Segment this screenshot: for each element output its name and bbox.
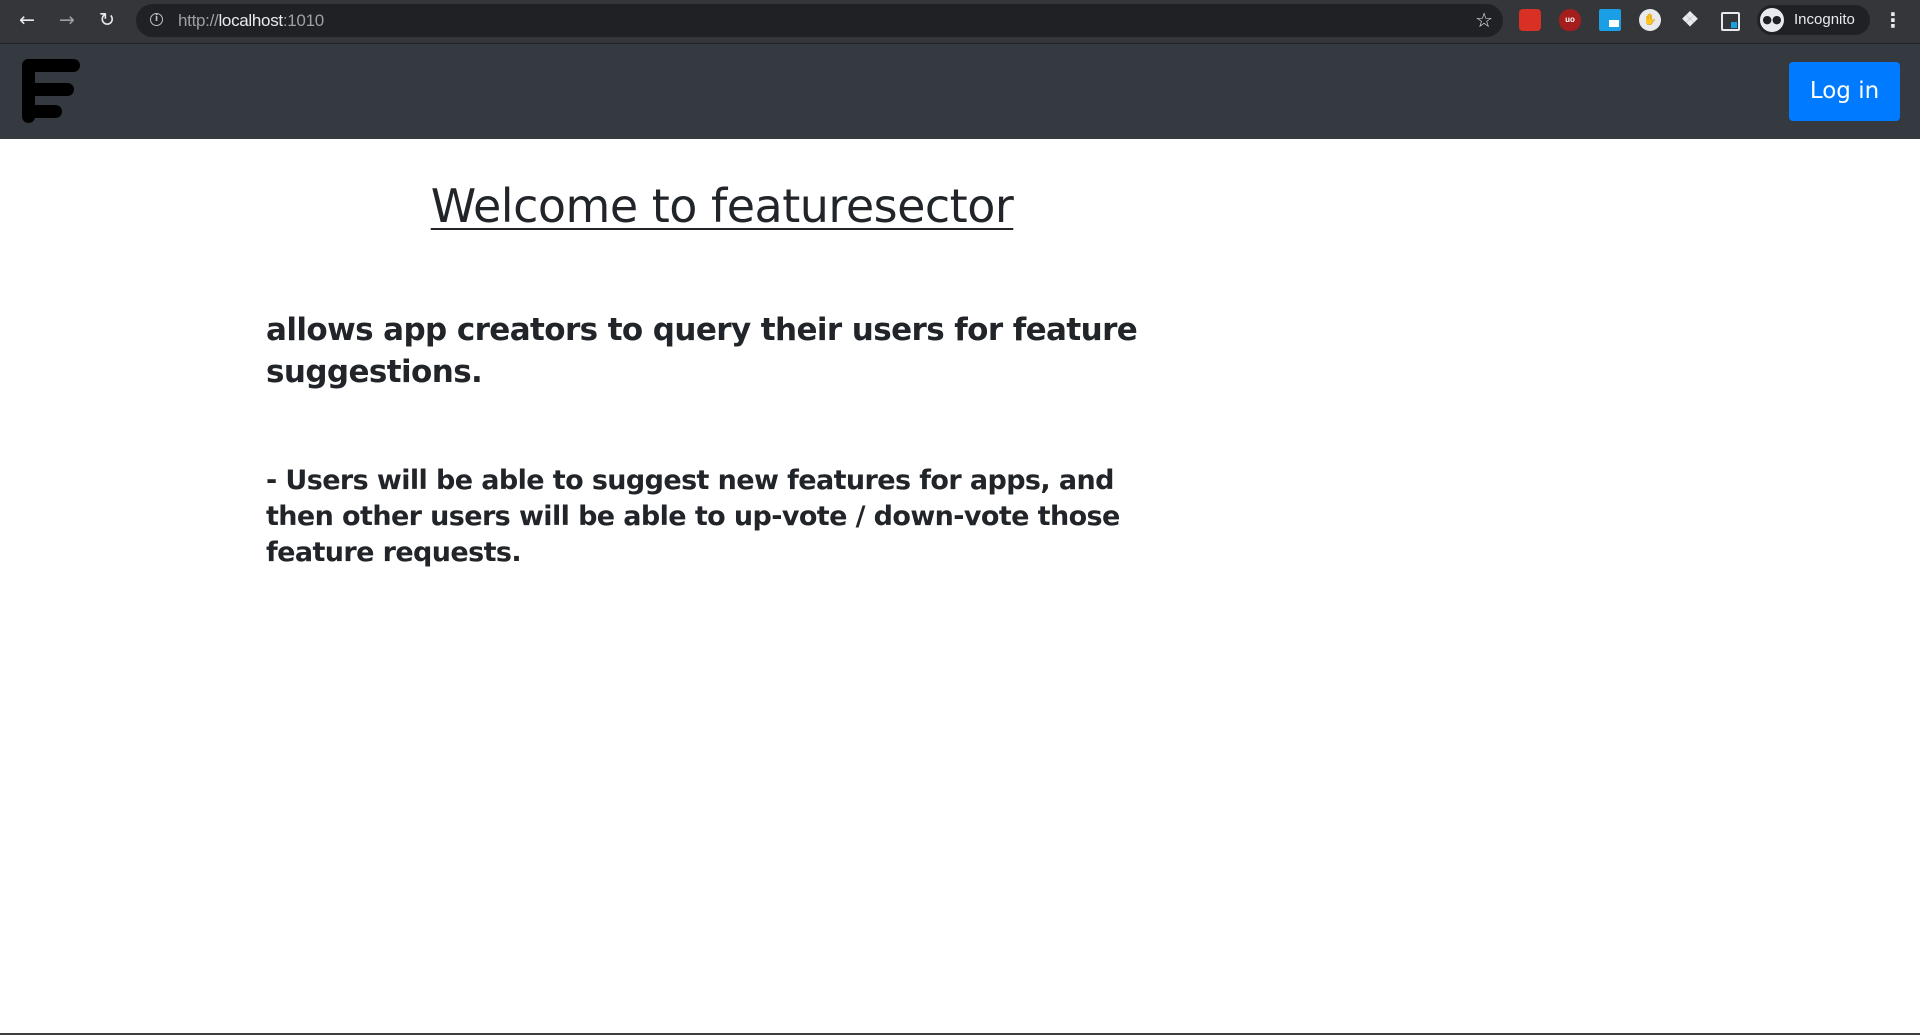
extension-ublock-icon[interactable]: uo bbox=[1559, 9, 1581, 31]
forward-icon[interactable]: → bbox=[53, 6, 81, 34]
url-host: localhost bbox=[218, 11, 283, 30]
info-icon[interactable]: i bbox=[150, 13, 163, 26]
puzzle-icon[interactable]: ❖ bbox=[1679, 9, 1701, 31]
address-bar[interactable]: i http://localhost:1010 ☆ bbox=[136, 4, 1503, 37]
back-icon[interactable]: ← bbox=[13, 6, 41, 34]
reload-icon[interactable]: ↻ bbox=[93, 6, 121, 34]
url-scheme: http:// bbox=[178, 11, 219, 30]
url-text[interactable]: http://localhost:1010 bbox=[178, 11, 324, 31]
feature-description: - Users will be able to suggest new feat… bbox=[266, 465, 1120, 568]
intro-text: allows app creators to query their users… bbox=[266, 312, 1138, 390]
browser-toolbar: ← → ↻ i http://localhost:1010 ☆ uo ✋ ❖ ●… bbox=[0, 0, 1920, 44]
extension-media-icon[interactable] bbox=[1721, 12, 1740, 31]
extension-hand-icon[interactable]: ✋ bbox=[1639, 9, 1661, 31]
url-port: :1010 bbox=[282, 11, 324, 30]
page-title: Welcome to featuresector bbox=[430, 179, 1014, 233]
profile-label: Incognito bbox=[1794, 11, 1855, 28]
login-button[interactable]: Log in bbox=[1789, 62, 1900, 121]
incognito-icon: ●● bbox=[1760, 8, 1784, 32]
extension-window-icon[interactable] bbox=[1599, 9, 1621, 31]
profile-button[interactable]: ●● Incognito bbox=[1757, 5, 1870, 35]
menu-icon[interactable]: ⋮ bbox=[1883, 8, 1903, 32]
extension-pen-icon[interactable] bbox=[1519, 9, 1541, 31]
featuresector-logo-icon[interactable] bbox=[22, 59, 80, 123]
star-icon[interactable]: ☆ bbox=[1475, 9, 1493, 31]
app-navbar: Log in bbox=[0, 44, 1920, 139]
